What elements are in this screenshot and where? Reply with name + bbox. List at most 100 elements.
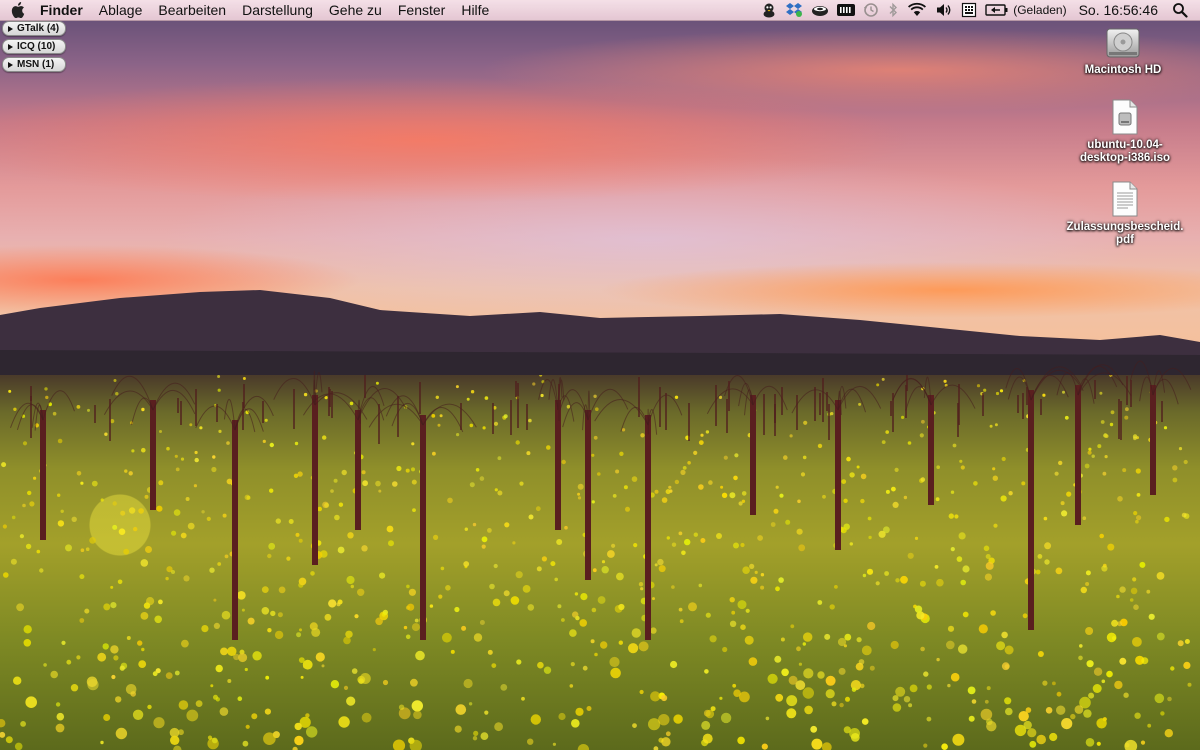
wallpaper-flower [618, 640, 623, 645]
menu-gehe-zu[interactable]: Gehe zu [321, 0, 390, 21]
wallpaper-flower [804, 705, 813, 715]
wallpaper-distant-post [195, 389, 197, 426]
dropbox-icon[interactable] [781, 0, 807, 21]
wallpaper-flower [775, 693, 784, 702]
battery-icon[interactable] [981, 0, 1013, 21]
wallpaper-flower [264, 708, 271, 715]
wallpaper-flower [186, 709, 199, 722]
wallpaper-distant-post [364, 375, 366, 398]
memory-meter-icon[interactable] [833, 0, 859, 21]
buddy-group-msn[interactable]: MSN (1) [2, 57, 67, 72]
wallpaper-flower [926, 716, 932, 722]
wallpaper-distant-post [30, 386, 32, 401]
menu-ablage[interactable]: Ablage [91, 0, 151, 21]
wallpaper-flower [831, 701, 837, 707]
wallpaper-flower [1085, 738, 1095, 747]
wallpaper-flower [1005, 707, 1013, 716]
battery-status-label[interactable]: (Geladen) [1013, 3, 1074, 17]
wallpaper-flower [170, 735, 180, 745]
wallpaper-vine-post [1075, 385, 1081, 525]
disk-image-file-icon [1112, 99, 1138, 135]
wallpaper-distant-post [460, 403, 462, 430]
wallpaper-vine-branch [1077, 364, 1124, 396]
wallpaper-flower [1042, 680, 1048, 686]
desktop-icon-macintosh-hd[interactable]: Macintosh HD [1063, 26, 1183, 77]
menu-hilfe[interactable]: Hilfe [453, 0, 497, 21]
wallpaper-flower [211, 737, 218, 744]
wallpaper-flower [661, 694, 668, 702]
wallpaper-distant-post [659, 387, 661, 427]
wallpaper-flower [351, 668, 358, 674]
wallpaper-flower [569, 684, 574, 688]
wallpaper-flower [1027, 728, 1037, 738]
wallpaper-distant-post [726, 399, 728, 433]
input-menu-icon[interactable] [957, 0, 981, 21]
wallpaper-flower [300, 675, 304, 679]
buddy-group-icq[interactable]: ICQ (10) [2, 39, 67, 54]
menu-finder[interactable]: Finder [36, 0, 91, 21]
buddy-group-gtalk[interactable]: GTalk (4) [2, 21, 67, 36]
apple-menu-icon[interactable] [0, 0, 36, 21]
wallpaper-flower [251, 713, 258, 720]
wallpaper-distant-post [526, 404, 528, 430]
wallpaper-flower [153, 717, 165, 729]
desktop-icon-label: ubuntu-10.04-desktop-i386.iso [1079, 139, 1171, 164]
wallpaper-flower [165, 672, 173, 679]
wallpaper-flower [55, 702, 61, 707]
wallpaper-distant-post [293, 389, 295, 429]
wallpaper-distant-post [1022, 393, 1024, 419]
wallpaper-distant-post [419, 382, 421, 414]
menu-darstellung[interactable]: Darstellung [234, 0, 321, 21]
wallpaper-flower [346, 696, 356, 706]
wallpaper-distant-post [243, 384, 245, 408]
wallpaper-flower [908, 703, 913, 708]
spotlight-search-icon[interactable] [1168, 0, 1200, 21]
wallpaper-flower [1134, 712, 1141, 719]
wallpaper-distant-post [216, 404, 218, 422]
wallpaper-flower [761, 743, 768, 750]
wallpaper-flower [56, 712, 65, 721]
wallpaper-flower [147, 704, 152, 710]
wallpaper-flower [23, 639, 32, 647]
wallpaper-vine-post [1150, 385, 1156, 495]
wallpaper-flower [411, 700, 423, 712]
wallpaper-vine-branch [357, 386, 385, 421]
wallpaper-flower [920, 646, 925, 652]
growl-icon[interactable] [807, 0, 833, 21]
wallpaper-flower [737, 736, 745, 745]
wallpaper-flower [516, 659, 522, 665]
wallpaper-flower [786, 708, 797, 719]
menu-fenster[interactable]: Fenster [390, 0, 453, 21]
wallpaper-flower [803, 668, 814, 679]
wallpaper-vine-branch [42, 390, 75, 421]
bluetooth-icon[interactable] [883, 0, 903, 21]
wallpaper-distant-post [109, 399, 111, 441]
menu-bearbeiten[interactable]: Bearbeiten [150, 0, 234, 21]
wallpaper-flower [825, 675, 836, 686]
volume-icon[interactable] [931, 0, 957, 21]
wallpaper-flower [658, 737, 664, 743]
time-machine-icon[interactable] [859, 0, 883, 21]
menubar-clock[interactable]: So. 16:56:46 [1075, 2, 1168, 18]
desktop-icon-zulassungsbescheid-pdf[interactable]: Zulassungsbescheid.pdf [1065, 181, 1185, 247]
wallpaper-flower [527, 738, 534, 745]
wallpaper-flower [20, 721, 26, 727]
wallpaper-flower [265, 675, 270, 680]
wallpaper-flower [543, 666, 552, 674]
wallpaper-flower [220, 647, 228, 656]
wallpaper-flower [450, 649, 455, 654]
wallpaper-flower [174, 670, 180, 676]
wifi-icon[interactable] [903, 0, 931, 21]
desktop-icon-ubuntu-iso[interactable]: ubuntu-10.04-desktop-i386.iso [1065, 99, 1185, 165]
wallpaper-flower [570, 662, 575, 667]
adium-duck-icon[interactable] [757, 0, 781, 21]
disclosure-triangle-icon [8, 25, 13, 32]
wallpaper-distant-post [1130, 380, 1132, 407]
wallpaper-flower [1141, 657, 1149, 665]
wallpaper-vine-branch [1152, 368, 1192, 396]
wallpaper-flower [781, 668, 789, 677]
wallpaper-flower [138, 660, 147, 668]
wallpaper-flower [704, 669, 709, 674]
wallpaper-vine-post [150, 400, 156, 510]
wallpaper-flower [1061, 718, 1073, 730]
